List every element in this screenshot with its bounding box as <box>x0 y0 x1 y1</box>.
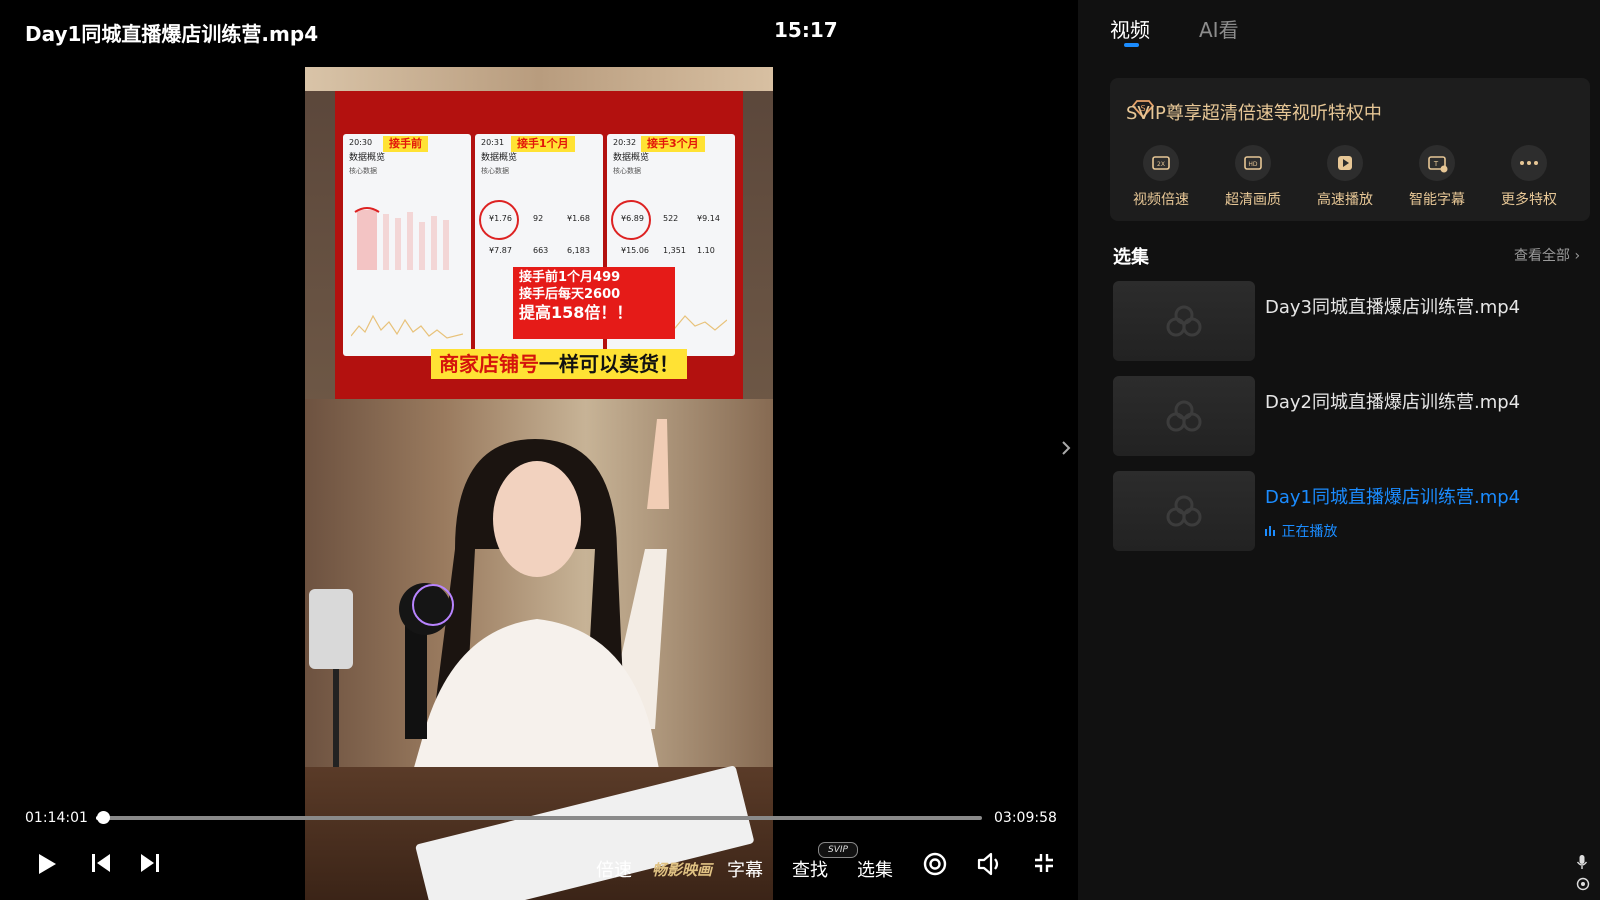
hd-icon: HD <box>1235 145 1271 181</box>
perk-smart-subtitle[interactable]: T 智能字幕 <box>1397 145 1477 209</box>
skip-previous-icon[interactable] <box>90 852 112 878</box>
episode-title: Day1同城直播爆店训练营.mp4 <box>1265 487 1521 508</box>
progress-knob[interactable] <box>96 811 110 824</box>
cloud-logo-icon <box>1166 495 1202 527</box>
episodes-button[interactable]: 选集 <box>857 856 893 882</box>
skip-next-icon[interactable] <box>139 852 161 878</box>
episode-item-day2[interactable]: Day2同城直播爆店训练营.mp4 <box>1113 376 1583 456</box>
video-frame[interactable]: 20:30 数据概览 核心数据 接手前 20:31 数据概览 核心数据 ¥1.7… <box>305 67 773 900</box>
subtitle-icon: T <box>1419 145 1455 181</box>
episode-item-day3[interactable]: Day3同城直播爆店训练营.mp4 <box>1113 281 1583 361</box>
progress-bar[interactable] <box>96 811 982 824</box>
tag-one-month: 接手1个月 <box>511 136 575 152</box>
speed-2x-icon: 2X <box>1143 145 1179 181</box>
time-total: 03:09:58 <box>994 810 1057 826</box>
speed-button[interactable]: 倍速 <box>596 856 632 882</box>
tab-ai-view[interactable]: AI看 <box>1199 14 1239 43</box>
perk-hd-quality[interactable]: HD 超清画质 <box>1213 145 1293 209</box>
cloud-logo-icon <box>1166 305 1202 337</box>
video-player[interactable]: Day1同城直播爆店训练营.mp4 15:17 20:30 数据概览 核心数据 <box>0 0 1078 900</box>
episode-thumbnail <box>1113 376 1255 456</box>
svg-text:2X: 2X <box>1157 161 1165 168</box>
perk-fast-playback[interactable]: 高速播放 <box>1305 145 1385 209</box>
volume-icon[interactable] <box>977 852 1003 880</box>
svg-text:HD: HD <box>1248 161 1258 168</box>
cloud-logo-icon <box>1166 400 1202 432</box>
episode-thumbnail <box>1113 471 1255 551</box>
equalizer-icon <box>1265 526 1275 536</box>
clock: 15:17 <box>774 18 838 42</box>
effect-button[interactable]: 畅影映画 <box>652 859 712 880</box>
tag-three-months: 接手3个月 <box>641 136 705 152</box>
svg-text:T: T <box>1433 160 1439 168</box>
target-icon[interactable] <box>923 852 947 880</box>
bar-graphic <box>354 207 449 270</box>
phone-section: 核心数据 <box>613 167 641 175</box>
episodes-heading: 选集 <box>1113 247 1149 268</box>
compress-icon[interactable] <box>1033 852 1055 878</box>
banner: 商家店铺号一样可以卖货！ <box>431 349 687 379</box>
frame-top-strip <box>305 67 773 91</box>
result-callout: 接手前1个月499 接手后每天2600 提高158倍！！ <box>513 267 675 339</box>
tag-before: 接手前 <box>383 136 428 152</box>
phone-section: 核心数据 <box>481 167 509 175</box>
sidebar: 视频 AI看 S SVIP尊享超清倍速等视听特权中 2X 视频倍速 HD 超清画… <box>1078 0 1600 900</box>
presentation-board: 20:30 数据概览 核心数据 接手前 20:31 数据概览 核心数据 ¥1.7… <box>335 91 743 399</box>
time-current: 01:14:01 <box>25 810 88 826</box>
chevron-right-icon[interactable] <box>1060 440 1072 460</box>
fast-play-icon <box>1327 145 1363 181</box>
view-all-link[interactable]: 查看全部 › <box>1514 245 1580 265</box>
find-button[interactable]: 查找 <box>792 856 828 882</box>
tab-video[interactable]: 视频 <box>1110 14 1150 43</box>
perk-video-speed[interactable]: 2X 视频倍速 <box>1121 145 1201 209</box>
play-icon[interactable] <box>36 852 58 880</box>
active-tab-indicator <box>1124 43 1139 47</box>
video-title: Day1同城直播爆店训练营.mp4 <box>25 22 319 46</box>
phone-screenshot-1: 20:30 数据概览 核心数据 <box>343 134 471 356</box>
settings-dial-icon[interactable] <box>1576 876 1590 895</box>
episode-title: Day2同城直播爆店训练营.mp4 <box>1265 392 1521 413</box>
trend-line <box>351 314 463 339</box>
now-playing-indicator: 正在播放 <box>1265 521 1337 541</box>
episode-item-day1[interactable]: Day1同城直播爆店训练营.mp4 正在播放 <box>1113 471 1583 551</box>
phone-section: 核心数据 <box>349 167 377 175</box>
microphone-icon[interactable] <box>1576 854 1588 874</box>
episode-title: Day3同城直播爆店训练营.mp4 <box>1265 297 1521 318</box>
perk-more[interactable]: 更多特权 <box>1489 145 1569 209</box>
chevron-right-icon: › <box>1574 248 1581 264</box>
svip-title: SVIP尊享超清倍速等视听特权中 <box>1126 103 1382 124</box>
episode-thumbnail <box>1113 281 1255 361</box>
more-dots-icon <box>1511 145 1547 181</box>
subtitle-button[interactable]: 字幕 <box>727 856 763 882</box>
